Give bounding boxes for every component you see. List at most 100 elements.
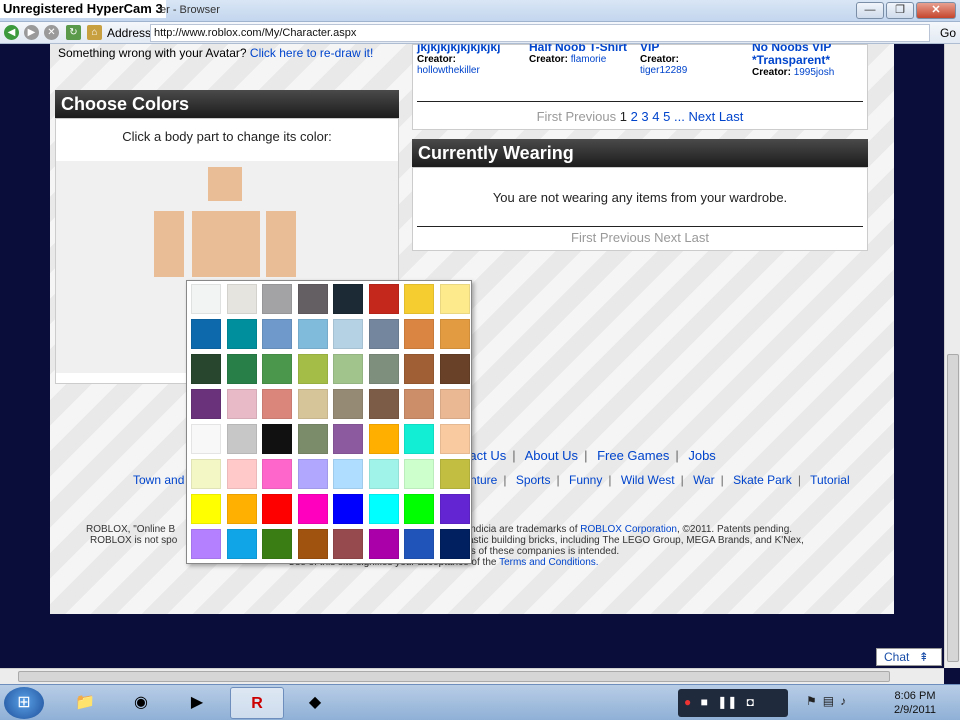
pause-icon[interactable]: ❚❚ — [717, 695, 737, 709]
color-swatch[interactable] — [226, 354, 257, 384]
forward-arrow-icon[interactable]: ▶ — [24, 25, 39, 40]
volume-icon[interactable]: ♪ — [840, 694, 852, 708]
pager-page-2[interactable]: 2 — [631, 109, 638, 124]
color-swatch[interactable] — [226, 284, 257, 314]
color-swatch[interactable] — [368, 494, 399, 524]
outfit-item[interactable]: VIP Creator: tiger12289 — [640, 44, 748, 76]
color-swatch[interactable] — [404, 459, 434, 489]
color-swatch[interactable] — [226, 459, 257, 489]
color-swatch[interactable] — [333, 459, 363, 489]
color-swatch[interactable] — [191, 494, 221, 524]
color-swatch[interactable] — [262, 284, 292, 314]
stop-record-icon[interactable]: ■ — [701, 695, 708, 709]
maximize-icon[interactable]: ❐ — [886, 2, 914, 19]
torso-part[interactable] — [192, 211, 260, 277]
chrome-icon[interactable]: ◉ — [114, 687, 168, 719]
terms-link[interactable]: Terms and Conditions. — [499, 557, 599, 568]
color-swatch[interactable] — [191, 284, 221, 314]
color-swatch[interactable] — [297, 354, 328, 384]
vertical-scrollbar[interactable] — [944, 44, 960, 668]
vertical-scroll-thumb[interactable] — [947, 354, 959, 662]
outfit-title[interactable]: Half Noob T-Shirt — [529, 44, 637, 54]
color-swatch[interactable] — [333, 494, 363, 524]
color-swatch[interactable] — [297, 529, 328, 559]
color-swatch[interactable] — [404, 354, 434, 384]
media-player-icon[interactable]: ▶ — [170, 687, 224, 719]
chat-button[interactable]: Chat ⇞ — [876, 648, 942, 666]
footer-link-skate-park[interactable]: Skate Park — [733, 473, 792, 487]
outfit-title[interactable]: jkjkjkjkjkjkjkjkj — [417, 44, 525, 54]
footer-link-town[interactable]: Town and — [133, 473, 184, 487]
color-swatch[interactable] — [368, 529, 399, 559]
color-swatch[interactable] — [333, 354, 363, 384]
color-swatch[interactable] — [226, 529, 257, 559]
outfit-title[interactable]: No Noobs VIP *Transparent* — [752, 44, 868, 67]
color-swatch[interactable] — [262, 354, 292, 384]
color-swatch[interactable] — [439, 354, 470, 384]
color-swatch[interactable] — [333, 389, 363, 419]
horizontal-scrollbar[interactable] — [0, 668, 944, 684]
color-swatch[interactable] — [262, 529, 292, 559]
footer-link-tutorial[interactable]: Tutorial — [810, 473, 850, 487]
color-swatch[interactable] — [333, 319, 363, 349]
pager-ellipsis[interactable]: ... — [674, 109, 685, 124]
outfit-item[interactable]: jkjkjkjkjkjkjkjkj Creator: hollowthekille… — [417, 44, 525, 76]
footer-link-about[interactable]: About Us — [525, 448, 578, 463]
color-swatch[interactable] — [297, 494, 328, 524]
right-arm-part[interactable] — [154, 211, 184, 277]
horizontal-scroll-thumb[interactable] — [18, 671, 890, 682]
color-swatch[interactable] — [439, 494, 470, 524]
footer-link-funny[interactable]: Funny — [569, 473, 602, 487]
refresh-icon[interactable]: ↻ — [66, 25, 81, 40]
footer-link-jobs[interactable]: Jobs — [688, 448, 715, 463]
color-swatch[interactable] — [262, 389, 292, 419]
color-swatch[interactable] — [226, 389, 257, 419]
url-input[interactable]: http://www.roblox.com/My/Character.aspx — [150, 24, 930, 42]
color-swatch[interactable] — [191, 354, 221, 384]
folder-icon[interactable]: 📁 — [58, 687, 112, 719]
color-swatch[interactable] — [368, 284, 399, 314]
color-swatch[interactable] — [439, 459, 470, 489]
color-swatch[interactable] — [297, 424, 328, 454]
footer-link-sports[interactable]: Sports — [516, 473, 551, 487]
flag-icon[interactable]: ⚑ — [806, 694, 823, 708]
color-swatch[interactable] — [297, 319, 328, 349]
color-swatch[interactable] — [368, 319, 399, 349]
outfit-item[interactable]: No Noobs VIP *Transparent* Creator: 1995… — [752, 44, 868, 78]
color-swatch[interactable] — [404, 389, 434, 419]
outfit-title[interactable]: VIP — [640, 44, 748, 54]
pager-last[interactable]: Last — [719, 109, 744, 124]
color-swatch[interactable] — [368, 389, 399, 419]
stop-icon[interactable]: ✕ — [44, 25, 59, 40]
left-arm-part[interactable] — [266, 211, 296, 277]
color-swatch[interactable] — [226, 319, 257, 349]
back-arrow-icon[interactable]: ◀ — [4, 25, 19, 40]
network-icon[interactable]: ▤ — [823, 694, 840, 708]
redraw-avatar-link[interactable]: Click here to re-draw it! — [250, 46, 373, 60]
footer-link-free-games[interactable]: Free Games — [597, 448, 669, 463]
color-swatch[interactable] — [439, 284, 470, 314]
go-button[interactable]: Go — [940, 26, 956, 40]
color-swatch[interactable] — [439, 424, 470, 454]
color-swatch[interactable] — [368, 354, 399, 384]
color-swatch[interactable] — [262, 424, 292, 454]
outfit-item[interactable]: Half Noob T-Shirt Creator: flamorie — [529, 44, 637, 65]
pager-page-3[interactable]: 3 — [641, 109, 648, 124]
pager-first[interactable]: First — [537, 109, 562, 124]
color-swatch[interactable] — [191, 319, 221, 349]
pager-page-5[interactable]: 5 — [663, 109, 670, 124]
color-swatch[interactable] — [191, 424, 221, 454]
roblox-studio-icon[interactable]: ◆ — [288, 687, 342, 719]
color-swatch[interactable] — [439, 389, 470, 419]
roblox-icon[interactable]: R — [230, 687, 284, 719]
color-swatch[interactable] — [191, 459, 221, 489]
color-swatch[interactable] — [226, 494, 257, 524]
color-swatch[interactable] — [404, 424, 434, 454]
home-icon[interactable]: ⌂ — [87, 25, 102, 40]
color-swatch[interactable] — [368, 424, 399, 454]
footer-link-wild-west[interactable]: Wild West — [621, 473, 675, 487]
color-swatch[interactable] — [404, 494, 434, 524]
color-swatch[interactable] — [439, 529, 470, 559]
color-swatch[interactable] — [297, 459, 328, 489]
color-swatch[interactable] — [262, 459, 292, 489]
